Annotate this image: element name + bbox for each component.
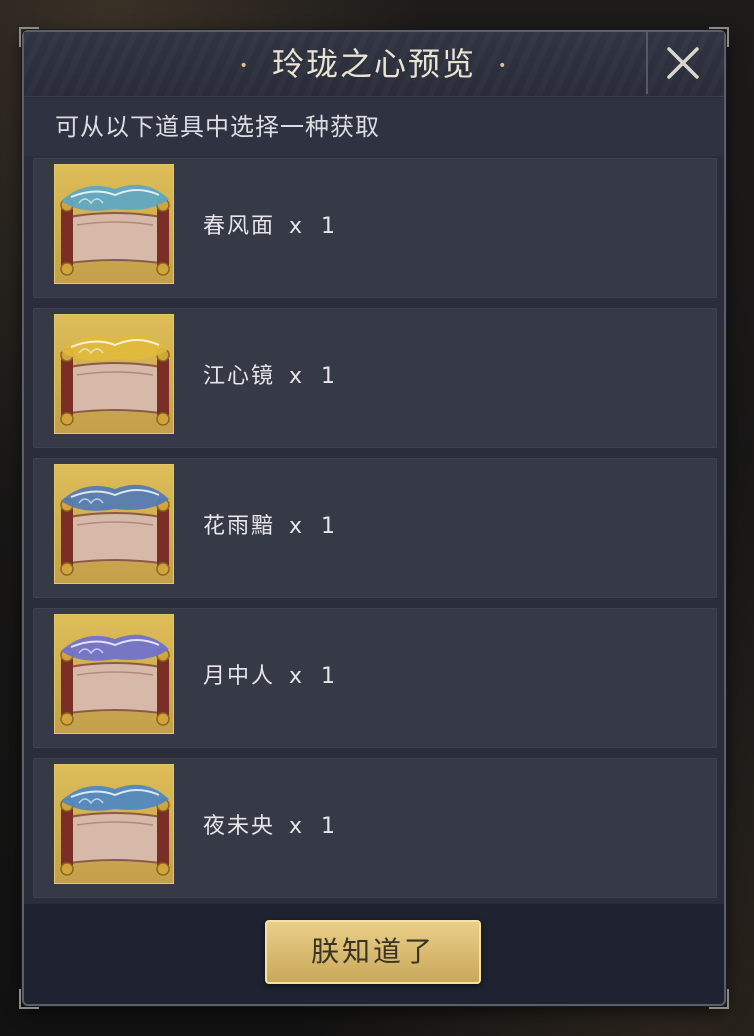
item-quantity: x 1 (289, 664, 342, 689)
item-name: 月中人 (203, 664, 276, 689)
subtitle-bar: 可从以下道具中选择一种获取 (24, 98, 724, 156)
dialog-header: • 玲珑之心预览 • (24, 32, 724, 97)
list-item[interactable]: 月中人 x 1 (33, 608, 717, 748)
list-item[interactable]: 花雨黯 x 1 (33, 458, 717, 598)
title-dot-left: • (239, 58, 250, 74)
item-quantity: x 1 (289, 364, 342, 389)
item-label: 夜未央 x 1 (203, 812, 341, 842)
title-dot-right: • (498, 58, 509, 74)
dialog-title: • 玲珑之心预览 • (24, 42, 724, 88)
item-thumbnail (54, 764, 174, 884)
item-list: 春风面 x 1 江心镜 x 1 花雨黯 x 1 月中人 x 1 夜未央 x 1 (33, 158, 717, 908)
item-quantity: x 1 (289, 214, 342, 239)
item-label: 月中人 x 1 (203, 662, 341, 692)
item-label: 春风面 x 1 (203, 212, 341, 242)
item-thumbnail (54, 164, 174, 284)
list-item[interactable]: 夜未央 x 1 (33, 758, 717, 898)
item-label: 花雨黯 x 1 (203, 512, 341, 542)
close-button[interactable] (646, 32, 716, 94)
selection-hint: 可从以下道具中选择一种获取 (55, 113, 380, 141)
scroll-chunfengmian-icon (55, 165, 173, 283)
item-name: 夜未央 (203, 814, 276, 839)
dialog-title-text: 玲珑之心预览 (271, 45, 476, 83)
list-item[interactable]: 春风面 x 1 (33, 158, 717, 298)
item-name: 江心镜 (203, 364, 276, 389)
scroll-jiangxinjing-icon (55, 315, 173, 433)
scroll-huayuan-icon (55, 465, 173, 583)
item-label: 江心镜 x 1 (203, 362, 341, 392)
scroll-yuezhongren-icon (55, 615, 173, 733)
item-thumbnail (54, 464, 174, 584)
item-quantity: x 1 (289, 814, 342, 839)
item-quantity: x 1 (289, 514, 342, 539)
confirm-button[interactable]: 朕知道了 (265, 920, 481, 984)
dialog-footer: 朕知道了 (24, 904, 724, 1004)
item-thumbnail (54, 614, 174, 734)
close-icon (667, 47, 699, 79)
item-name: 花雨黯 (203, 514, 276, 539)
item-name: 春风面 (203, 214, 276, 239)
preview-dialog: • 玲珑之心预览 • 可从以下道具中选择一种获取 春风面 x 1 江心镜 x 1 花雨黯… (19, 27, 729, 1009)
scroll-yeweiyang-icon (55, 765, 173, 883)
item-thumbnail (54, 314, 174, 434)
list-item[interactable]: 江心镜 x 1 (33, 308, 717, 448)
